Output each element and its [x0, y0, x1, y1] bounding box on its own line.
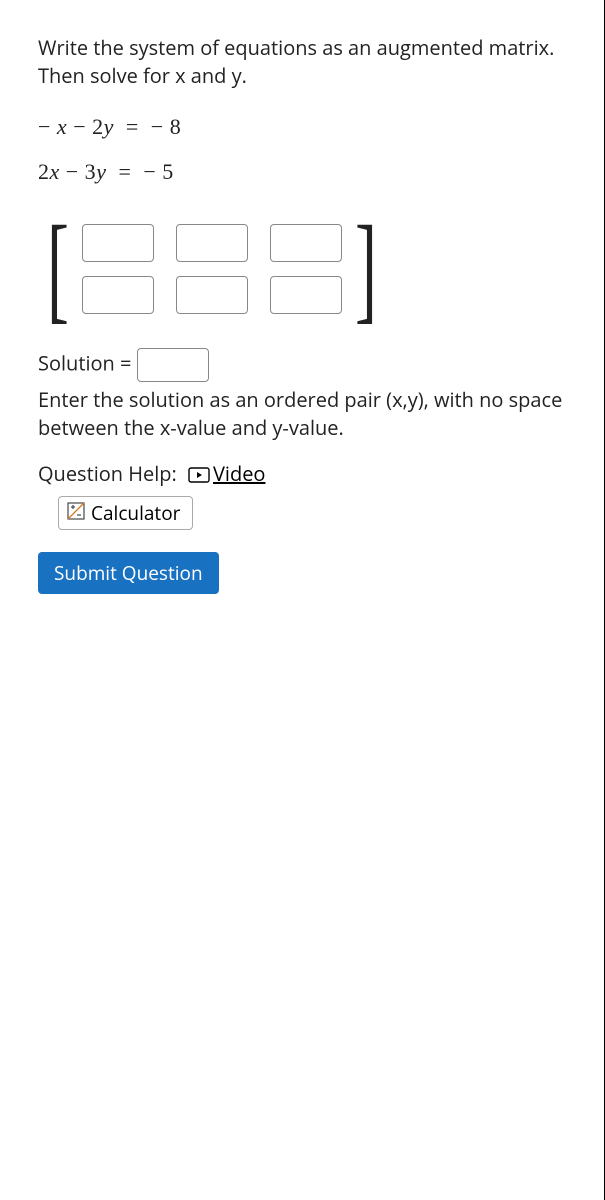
calculator-button-label: Calculator: [91, 500, 180, 526]
matrix-cell-1-2[interactable]: [176, 224, 248, 262]
calculator-button[interactable]: Calculator: [58, 496, 193, 530]
matrix-cell-2-2[interactable]: [176, 276, 248, 314]
matrix-cell-2-1[interactable]: [82, 276, 154, 314]
matrix-cell-1-3[interactable]: [270, 224, 342, 262]
solution-input[interactable]: [137, 348, 209, 382]
equation-2: 2x − 3y = − 5: [38, 157, 567, 188]
augmented-matrix: [ ]: [38, 218, 567, 320]
submit-question-button[interactable]: Submit Question: [38, 552, 219, 594]
video-icon: [188, 462, 210, 490]
equations-block: − x − 2y = − 8 2x − 3y = − 5: [38, 112, 567, 188]
matrix-cell-1-1[interactable]: [82, 224, 154, 262]
video-link[interactable]: Video: [188, 460, 265, 487]
left-bracket-icon: [: [47, 217, 69, 319]
video-link-label: Video: [213, 460, 265, 487]
matrix-cell-2-3[interactable]: [270, 276, 342, 314]
solution-hint: Enter the solution as an ordered pair (x…: [38, 386, 567, 442]
solution-label: Solution =: [38, 349, 137, 376]
calculator-icon: [67, 500, 85, 526]
right-bracket-icon: ]: [355, 217, 377, 319]
question-prompt: Write the system of equations as an augm…: [38, 34, 567, 90]
question-help-label: Question Help:: [38, 460, 177, 487]
equation-1: − x − 2y = − 8: [38, 112, 567, 143]
